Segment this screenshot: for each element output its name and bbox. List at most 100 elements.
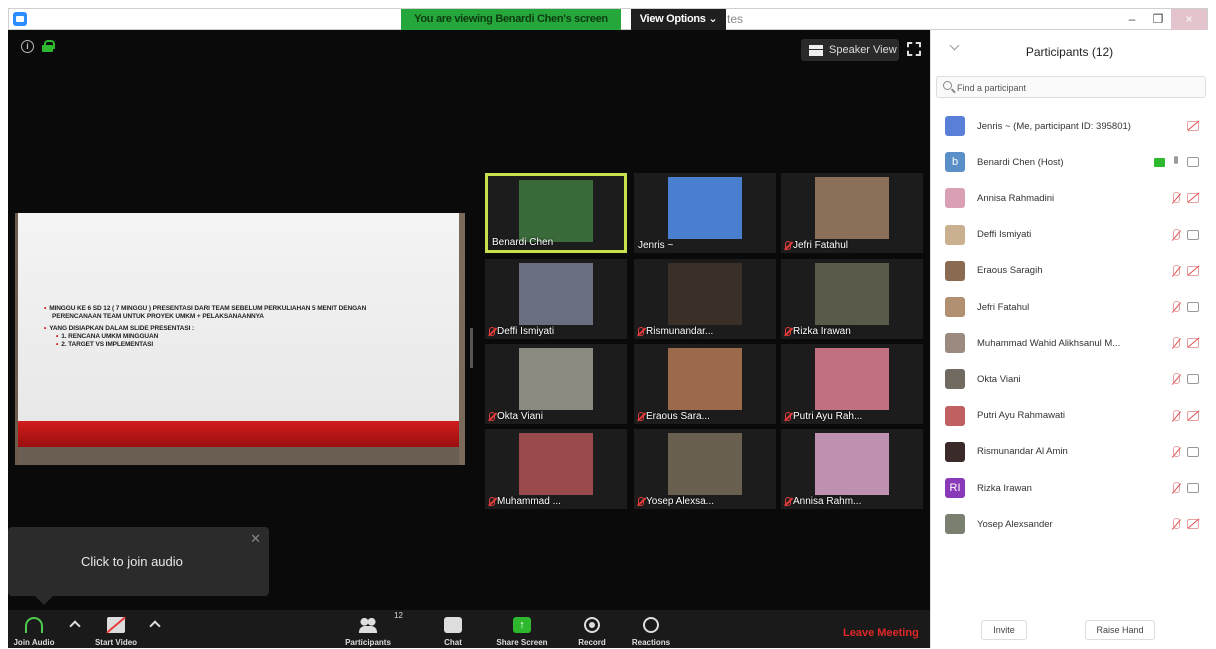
participant-row[interactable]: Rismunandar Al Amin bbox=[945, 440, 1205, 464]
slide-bullets: MINGGU KE 6 SD 12 ( 7 MINGGU ) PRESENTAS… bbox=[44, 305, 444, 349]
avatar bbox=[945, 333, 965, 354]
participants-panel: Participants (12) Jenris ~ (Me, particip… bbox=[930, 30, 1208, 648]
raise-hand-button[interactable]: Raise Hand bbox=[1085, 620, 1155, 640]
video-tile-name: Deffi Ismiyati bbox=[489, 326, 554, 337]
record-button[interactable]: Record bbox=[572, 610, 612, 648]
close-icon[interactable]: ✕ bbox=[250, 531, 261, 547]
participant-search-box[interactable] bbox=[936, 76, 1206, 98]
participant-video-feed bbox=[519, 180, 593, 242]
split-view-handle[interactable] bbox=[470, 328, 473, 368]
video-tile[interactable]: Annisa Rahm... bbox=[781, 429, 923, 509]
video-tile-name: Rizka Irawan bbox=[785, 326, 851, 337]
video-tile[interactable]: Rismunandar... bbox=[634, 259, 776, 339]
participant-row[interactable]: Jenris ~ (Me, participant ID: 395801) bbox=[945, 114, 1205, 138]
start-video-button[interactable]: Start Video bbox=[86, 610, 146, 648]
participant-name: Eraous Saragih bbox=[977, 265, 1043, 277]
minimize-button[interactable]: – bbox=[1119, 9, 1145, 30]
participant-row[interactable]: b Benardi Chen (Host) bbox=[945, 150, 1205, 174]
video-tile-name-label: Jefri Fatahul bbox=[793, 240, 849, 251]
video-camera-icon bbox=[1187, 374, 1199, 385]
speaker-view-button[interactable]: Speaker View bbox=[801, 39, 899, 61]
join-audio-popup-text[interactable]: Click to join audio bbox=[81, 554, 183, 569]
participant-video-feed bbox=[519, 348, 593, 410]
participant-row[interactable]: Eraous Saragih bbox=[945, 259, 1205, 283]
fullscreen-icon[interactable] bbox=[907, 42, 921, 56]
video-tile[interactable]: Jenris ~ bbox=[634, 173, 776, 253]
lock-icon[interactable] bbox=[42, 40, 55, 52]
participant-status-icons bbox=[1170, 518, 1199, 530]
participant-video-feed bbox=[668, 348, 742, 410]
audio-options-chevron-up-icon[interactable] bbox=[69, 620, 81, 632]
mic-muted-icon bbox=[1170, 192, 1182, 204]
participants-button[interactable]: Participants bbox=[336, 610, 400, 648]
mic-muted-icon bbox=[1170, 228, 1182, 241]
zoom-app-icon bbox=[13, 12, 27, 26]
meeting-toolbar: Join Audio Start Video Participants 12 C… bbox=[8, 610, 930, 648]
mic-muted-icon bbox=[1170, 409, 1182, 422]
video-off-icon bbox=[1187, 265, 1199, 276]
video-tile[interactable]: Jefri Fatahul bbox=[781, 173, 923, 253]
participant-video-feed bbox=[815, 177, 889, 239]
record-label: Record bbox=[578, 638, 606, 647]
popup-pointer bbox=[35, 596, 53, 605]
window-title-fragment: tes bbox=[727, 12, 744, 26]
video-tile-name-label: Putri Ayu Rah... bbox=[793, 411, 863, 422]
video-off-icon bbox=[1187, 410, 1199, 421]
shared-screen-slide: MINGGU KE 6 SD 12 ( 7 MINGGU ) PRESENTAS… bbox=[15, 213, 465, 465]
share-screen-button[interactable]: ↑ Share Screen bbox=[492, 610, 552, 648]
participant-row[interactable]: Muhammad Wahid Alikhsanul M... bbox=[945, 331, 1205, 355]
avatar: RI bbox=[945, 478, 965, 498]
close-window-button[interactable]: × bbox=[1171, 9, 1207, 30]
participant-name: Yosep Alexsander bbox=[977, 518, 1053, 530]
participant-row[interactable]: Putri Ayu Rahmawati bbox=[945, 404, 1205, 428]
participant-name: Jefri Fatahul bbox=[977, 301, 1030, 313]
avatar bbox=[945, 297, 965, 317]
participant-row[interactable]: RI Rizka Irawan bbox=[945, 476, 1205, 500]
video-tile-name-label: Eraous Sara... bbox=[646, 411, 710, 422]
video-tile[interactable]: Muhammad ... bbox=[485, 429, 627, 509]
video-off-icon bbox=[107, 617, 125, 633]
video-tile[interactable]: Okta Viani bbox=[485, 344, 627, 424]
mic-muted-icon bbox=[489, 412, 495, 421]
restore-button[interactable]: ❐ bbox=[1145, 9, 1171, 30]
reactions-button[interactable]: Reactions bbox=[626, 610, 676, 648]
video-tile[interactable]: Deffi Ismiyati bbox=[485, 259, 627, 339]
mic-muted-icon bbox=[1170, 518, 1182, 530]
participant-row[interactable]: Yosep Alexsander bbox=[945, 512, 1205, 536]
search-input[interactable] bbox=[957, 80, 1197, 95]
video-tile[interactable]: Rizka Irawan bbox=[781, 259, 923, 339]
join-audio-popup[interactable]: Click to join audio ✕ bbox=[8, 527, 269, 605]
video-tile-name-label: Muhammad ... bbox=[497, 496, 561, 507]
video-options-chevron-up-icon[interactable] bbox=[149, 620, 161, 632]
leave-meeting-button[interactable]: Leave Meeting bbox=[843, 627, 919, 639]
video-tile[interactable]: Yosep Alexsa... bbox=[634, 429, 776, 509]
video-tile[interactable]: Putri Ayu Rah... bbox=[781, 344, 923, 424]
share-screen-label: Share Screen bbox=[496, 638, 548, 647]
video-camera-icon bbox=[1187, 483, 1199, 493]
join-audio-button[interactable]: Join Audio bbox=[8, 610, 60, 648]
screen-share-icon bbox=[1154, 157, 1165, 167]
panel-footer: Invite Raise Hand bbox=[931, 614, 1208, 648]
avatar bbox=[945, 116, 965, 136]
video-tile[interactable]: Benardi Chen bbox=[485, 173, 627, 253]
participant-name: Annisa Rahmadini bbox=[977, 192, 1055, 204]
mic-muted-icon bbox=[785, 412, 791, 421]
video-off-icon bbox=[1187, 193, 1199, 204]
search-icon bbox=[943, 81, 952, 90]
video-tile-name-label: Deffi Ismiyati bbox=[497, 326, 555, 337]
participant-row[interactable]: Jefri Fatahul bbox=[945, 295, 1205, 319]
participant-row[interactable]: Annisa Rahmadini bbox=[945, 186, 1205, 210]
video-tile-name: Eraous Sara... bbox=[638, 411, 710, 422]
participants-label: Participants bbox=[345, 638, 391, 647]
invite-button[interactable]: Invite bbox=[981, 620, 1027, 640]
participant-row[interactable]: Okta Viani bbox=[945, 367, 1205, 391]
speaker-view-icon bbox=[809, 44, 823, 56]
mic-muted-icon bbox=[1170, 301, 1182, 313]
video-tile[interactable]: Eraous Sara... bbox=[634, 344, 776, 424]
video-tile-name: Rismunandar... bbox=[638, 326, 713, 337]
chat-button[interactable]: Chat bbox=[438, 610, 468, 648]
participant-row[interactable]: Deffi Ismiyati bbox=[945, 223, 1205, 247]
view-options-button[interactable]: View Options ⌄ bbox=[631, 9, 726, 30]
info-icon[interactable]: i bbox=[21, 40, 34, 53]
video-tile-name-label: Yosep Alexsa... bbox=[646, 496, 715, 507]
